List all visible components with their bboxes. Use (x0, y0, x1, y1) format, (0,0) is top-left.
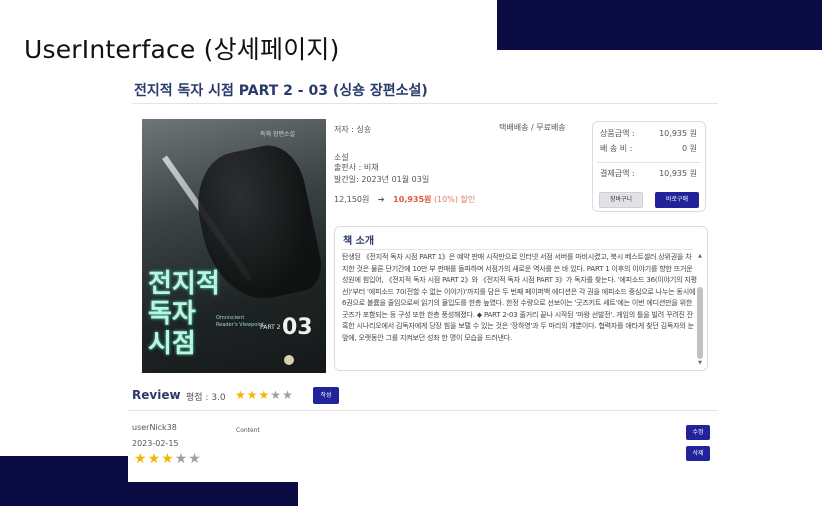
sale-price: 10,935원 (393, 195, 432, 204)
product-amount: 상품금액 :10,935 원 (600, 129, 697, 138)
star-icon: ★ (258, 388, 270, 402)
delete-review-button[interactable]: 삭제 (686, 446, 710, 461)
divider (128, 410, 718, 411)
introduction-text: 탄생된 《전지적 독자 시점 PART 1》은 예약 판매 시작만으로 인터넷 … (342, 253, 697, 342)
publisher-logo-icon (284, 355, 294, 365)
review-date: 2023-02-15 (132, 439, 179, 448)
cover-top-text: 독해 장편소설 (260, 131, 296, 138)
star-icon: ★ (134, 451, 147, 467)
shipping-fee: 배 송 비 :0 원 (600, 144, 697, 153)
star-icon: ★ (282, 388, 293, 402)
review-username: userNick38 (132, 423, 177, 432)
book-introduction: 책 소개 탄생된 《전지적 독자 시점 PART 1》은 예약 판매 시작만으로… (334, 226, 708, 371)
introduction-heading: 책 소개 (343, 236, 375, 247)
buy-now-button[interactable]: 바로구매 (655, 192, 699, 208)
divider (341, 249, 693, 250)
star-icon: ★ (188, 451, 201, 467)
review-rating-stars: ★ ★ ★ ★ ★ (134, 452, 201, 466)
book-cover-image: 독해 장편소설 전지적 독자 시점 Omniscient Reader's Vi… (142, 119, 326, 373)
slide-title: UserInterface (상세페이지) (24, 35, 340, 64)
edit-review-button[interactable]: 수정 (686, 425, 710, 440)
star-icon: ★ (246, 388, 258, 402)
discount-rate: (10%) 할인 (433, 195, 476, 204)
cover-title: 전지적 독자 시점 (148, 269, 220, 359)
review-heading: Review (132, 388, 181, 402)
decorative-banner-top (497, 0, 822, 50)
scroll-up-icon[interactable]: ▲ (697, 253, 703, 259)
author: 저자 : 싱숑 (334, 125, 372, 134)
star-icon: ★ (174, 451, 188, 467)
star-icon: ★ (161, 451, 174, 467)
total-amount: 결제금액 :10,935 원 (600, 169, 697, 178)
star-icon: ★ (270, 388, 282, 402)
publish-date: 발간일: 2023년 01월 03일 (334, 175, 430, 184)
publisher: 출판사 : 비채 (334, 163, 379, 172)
average-rating-label: 평점 : 3.0 (186, 393, 226, 403)
arrow-right-icon: ➔ (377, 195, 385, 204)
star-icon: ★ (235, 388, 246, 402)
price-row: 12,150원 ➔ 10,935원 (10%) 할인 (334, 194, 475, 205)
divider (132, 103, 718, 104)
divider (597, 162, 701, 163)
scrollbar-thumb[interactable] (697, 287, 703, 359)
book-title: 전지적 독자 시점 PART 2 - 03 (싱숑 장편소설) (134, 83, 428, 99)
scroll-down-icon[interactable]: ▼ (697, 360, 703, 366)
cover-volume-number: 03 (282, 315, 313, 340)
order-summary: 상품금액 :10,935 원 배 송 비 :0 원 결제금액 :10,935 원… (592, 121, 706, 212)
review-content: Content (236, 427, 260, 434)
write-review-button[interactable]: 작성 (313, 387, 339, 404)
detail-page: 전지적 독자 시점 PART 2 - 03 (싱숑 장편소설) 독해 장편소설 … (128, 66, 718, 482)
add-to-cart-button[interactable]: 장바구니 (599, 192, 643, 208)
cover-part: PART 2 (260, 324, 281, 331)
original-price: 12,150원 (334, 195, 370, 204)
star-icon: ★ (147, 451, 161, 467)
average-rating-stars: ★ ★ ★ ★ ★ (235, 389, 293, 401)
introduction-scrollbar[interactable]: ▲ ▼ (697, 253, 703, 366)
cover-english-title: Omniscient Reader's Viewpoint (216, 315, 264, 328)
shipping-info: 택배배송 / 무료배송 (499, 123, 566, 132)
